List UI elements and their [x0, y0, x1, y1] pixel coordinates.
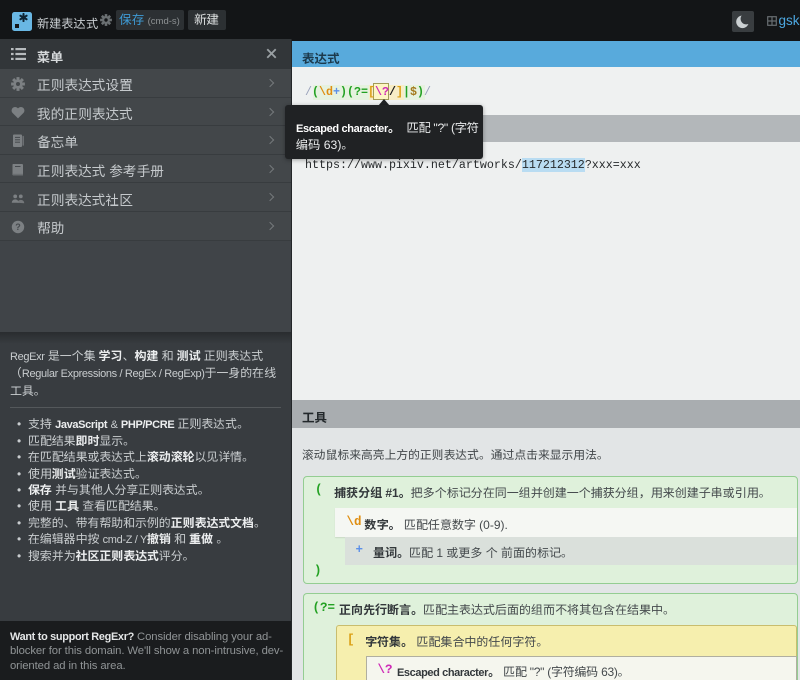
- svg-text:?: ?: [15, 222, 21, 232]
